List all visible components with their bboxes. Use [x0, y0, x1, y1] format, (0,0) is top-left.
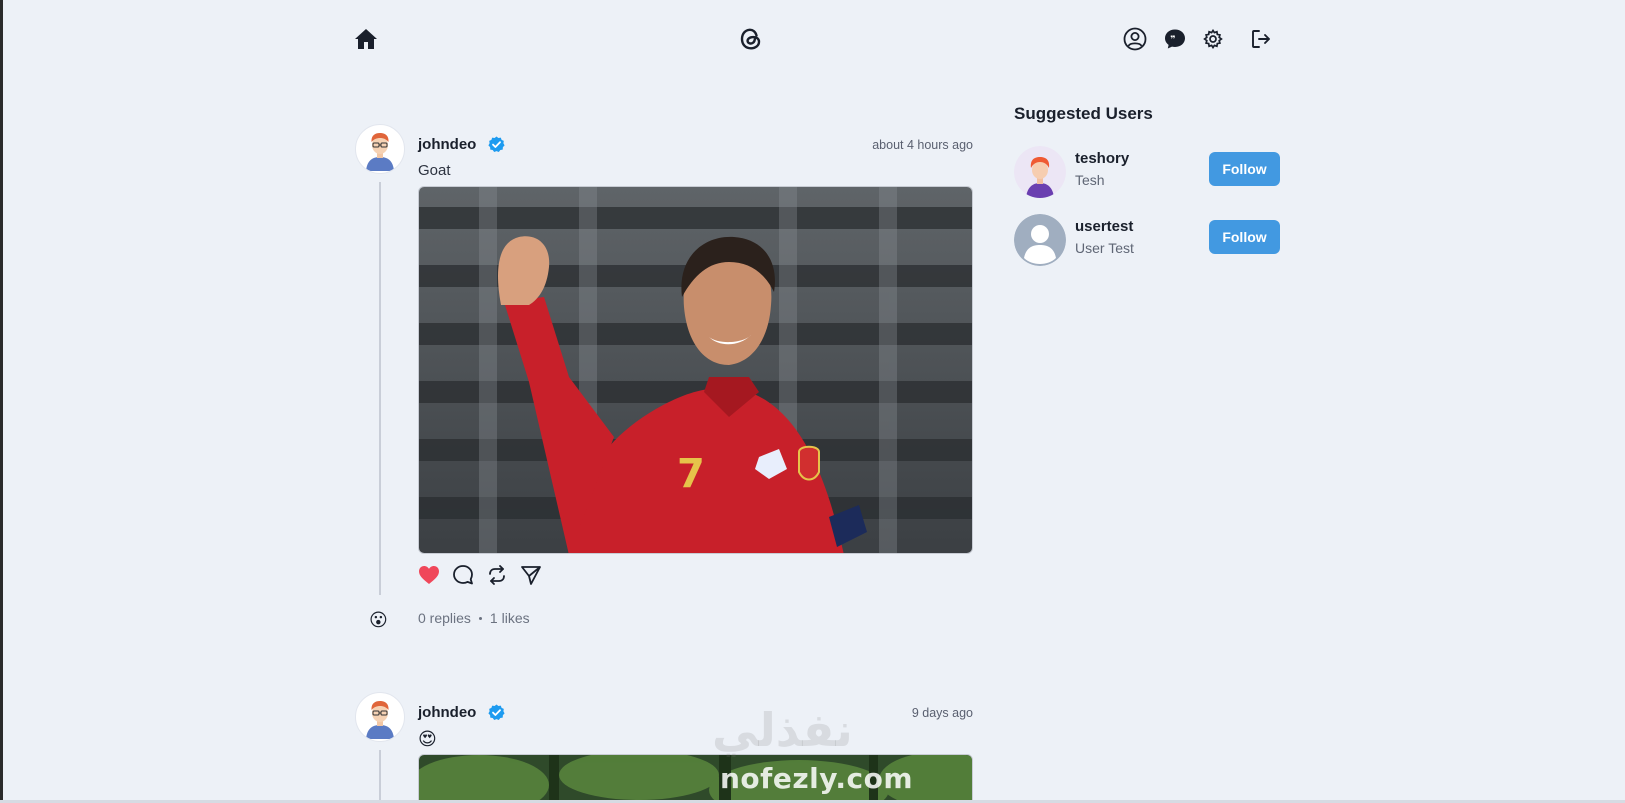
avatar[interactable] — [355, 692, 405, 742]
avatar[interactable] — [355, 124, 405, 174]
default-avatar-icon[interactable] — [1014, 214, 1066, 266]
svg-text:7: 7 — [677, 451, 705, 497]
post-text: 😍 — [418, 729, 437, 749]
home-icon[interactable] — [353, 26, 379, 52]
likes-count[interactable]: 1 likes — [490, 610, 530, 626]
watermark-text: nofezly.com — [720, 762, 914, 795]
follow-button[interactable]: Follow — [1209, 220, 1280, 254]
post-timestamp: 9 days ago — [911, 706, 973, 720]
verified-badge-icon — [488, 704, 505, 721]
post-username[interactable]: johndeo — [418, 136, 476, 153]
suggested-user-item: teshory Tesh Follow — [1014, 146, 1280, 198]
post-actions — [418, 564, 542, 586]
suggested-username[interactable]: usertest — [1075, 218, 1133, 235]
thread-line — [379, 750, 381, 803]
separator-dot — [478, 616, 482, 620]
suggested-users-title: Suggested Users — [1014, 104, 1153, 123]
chat-bubble-icon[interactable]: ❞ — [1162, 26, 1188, 52]
share-send-icon[interactable] — [520, 564, 542, 586]
post-header: johndeo about 4 hours ago — [418, 134, 973, 156]
post-text: Goat — [418, 162, 451, 179]
follow-button[interactable]: Follow — [1209, 152, 1280, 186]
suggested-user-item: usertest User Test Follow — [1014, 214, 1280, 266]
top-nav: ❞ — [0, 22, 1625, 56]
logout-icon[interactable] — [1248, 26, 1274, 52]
thread-line — [379, 182, 381, 595]
suggested-users-panel: Suggested Users teshory Tesh Follow user… — [1014, 104, 1280, 266]
suggested-display-name: User Test — [1075, 240, 1134, 256]
reply-avatar: 😮 — [369, 610, 388, 630]
suggested-username[interactable]: teshory — [1075, 150, 1129, 167]
like-heart-icon[interactable] — [418, 564, 440, 586]
gear-icon[interactable] — [1201, 27, 1225, 51]
comment-icon[interactable] — [452, 564, 474, 586]
post-stats: 0 replies 1 likes — [418, 610, 530, 626]
avatar[interactable] — [1014, 146, 1066, 198]
post-image[interactable]: 7 — [418, 186, 973, 554]
suggested-display-name: Tesh — [1075, 172, 1105, 188]
window-edge — [0, 0, 3, 803]
post-card: 😮 johndeo about 4 hours ago Goat 7 0 rep… — [355, 124, 973, 634]
threads-logo-icon[interactable] — [737, 25, 765, 53]
verified-badge-icon — [488, 136, 505, 153]
post-timestamp: about 4 hours ago — [872, 138, 973, 152]
post-username[interactable]: johndeo — [418, 704, 476, 721]
user-circle-icon[interactable] — [1122, 26, 1148, 52]
replies-count[interactable]: 0 replies — [418, 610, 471, 626]
watermark-arabic: نفذلي — [712, 703, 853, 757]
svg-text:❞: ❞ — [1170, 35, 1175, 45]
post-header: johndeo 9 days ago — [418, 702, 973, 724]
repost-icon[interactable] — [486, 564, 508, 586]
